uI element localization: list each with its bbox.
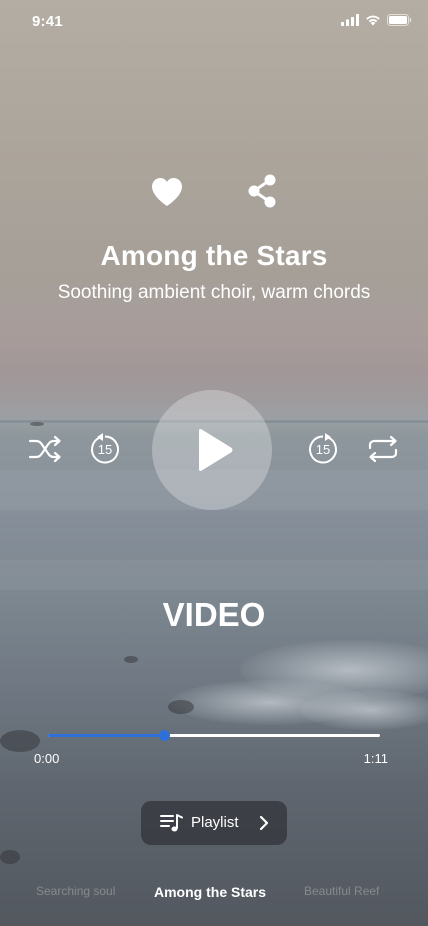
shuffle-icon: [28, 435, 61, 463]
song-actions: [0, 174, 428, 210]
status-icons: [341, 14, 412, 26]
background-rock: [168, 700, 194, 714]
chevron-right-icon: [259, 815, 269, 831]
share-icon: [248, 174, 276, 208]
share-button[interactable]: [247, 174, 277, 208]
carousel-track-next[interactable]: Beautiful Reef: [304, 884, 379, 898]
progress-thumb[interactable]: [159, 730, 170, 741]
background-rock: [124, 656, 138, 663]
play-button[interactable]: [152, 390, 272, 510]
playlist-icon: [160, 814, 183, 832]
song-title: Among the Stars: [100, 240, 328, 271]
status-time: 9:41: [32, 13, 63, 30]
rewind-15-button[interactable]: 15: [88, 431, 122, 467]
progress-fill: [48, 734, 164, 737]
carousel-track-current[interactable]: Among the Stars: [154, 884, 266, 900]
total-time: 1:11: [363, 751, 388, 766]
background-rock: [0, 730, 40, 752]
wifi-icon: [366, 15, 380, 26]
battery-icon: [387, 14, 412, 26]
repeat-icon: [368, 435, 398, 463]
forward-15-button[interactable]: 15: [306, 431, 340, 467]
repeat-button[interactable]: [366, 434, 400, 464]
elapsed-time: 0:00: [34, 751, 60, 766]
status-bar: 9:41: [0, 0, 428, 44]
heart-icon: [152, 178, 182, 206]
player-screen: 9:41 Among the Stars Soothing ambient ch…: [0, 0, 428, 926]
track-carousel: Searching soul Among the Stars Beautiful…: [0, 884, 428, 904]
background-surf: [300, 690, 428, 730]
playlist-label: Playlist: [191, 814, 239, 831]
video-placeholder-label: VIDEO: [162, 596, 266, 633]
carousel-track-previous[interactable]: Searching soul: [36, 884, 115, 898]
background-sea-band: [0, 560, 428, 590]
favorite-button[interactable]: [151, 177, 183, 207]
transport-controls: 15 15: [0, 390, 428, 510]
background-rock: [0, 850, 20, 864]
play-icon: [199, 429, 233, 471]
rewind-seconds-label: 15: [97, 442, 113, 457]
song-subtitle: Soothing ambient choir, warm chords: [57, 282, 371, 303]
shuffle-button[interactable]: [28, 434, 62, 464]
progress-slider[interactable]: [48, 728, 380, 744]
forward-seconds-label: 15: [315, 442, 331, 457]
signal-icon: [341, 14, 359, 26]
